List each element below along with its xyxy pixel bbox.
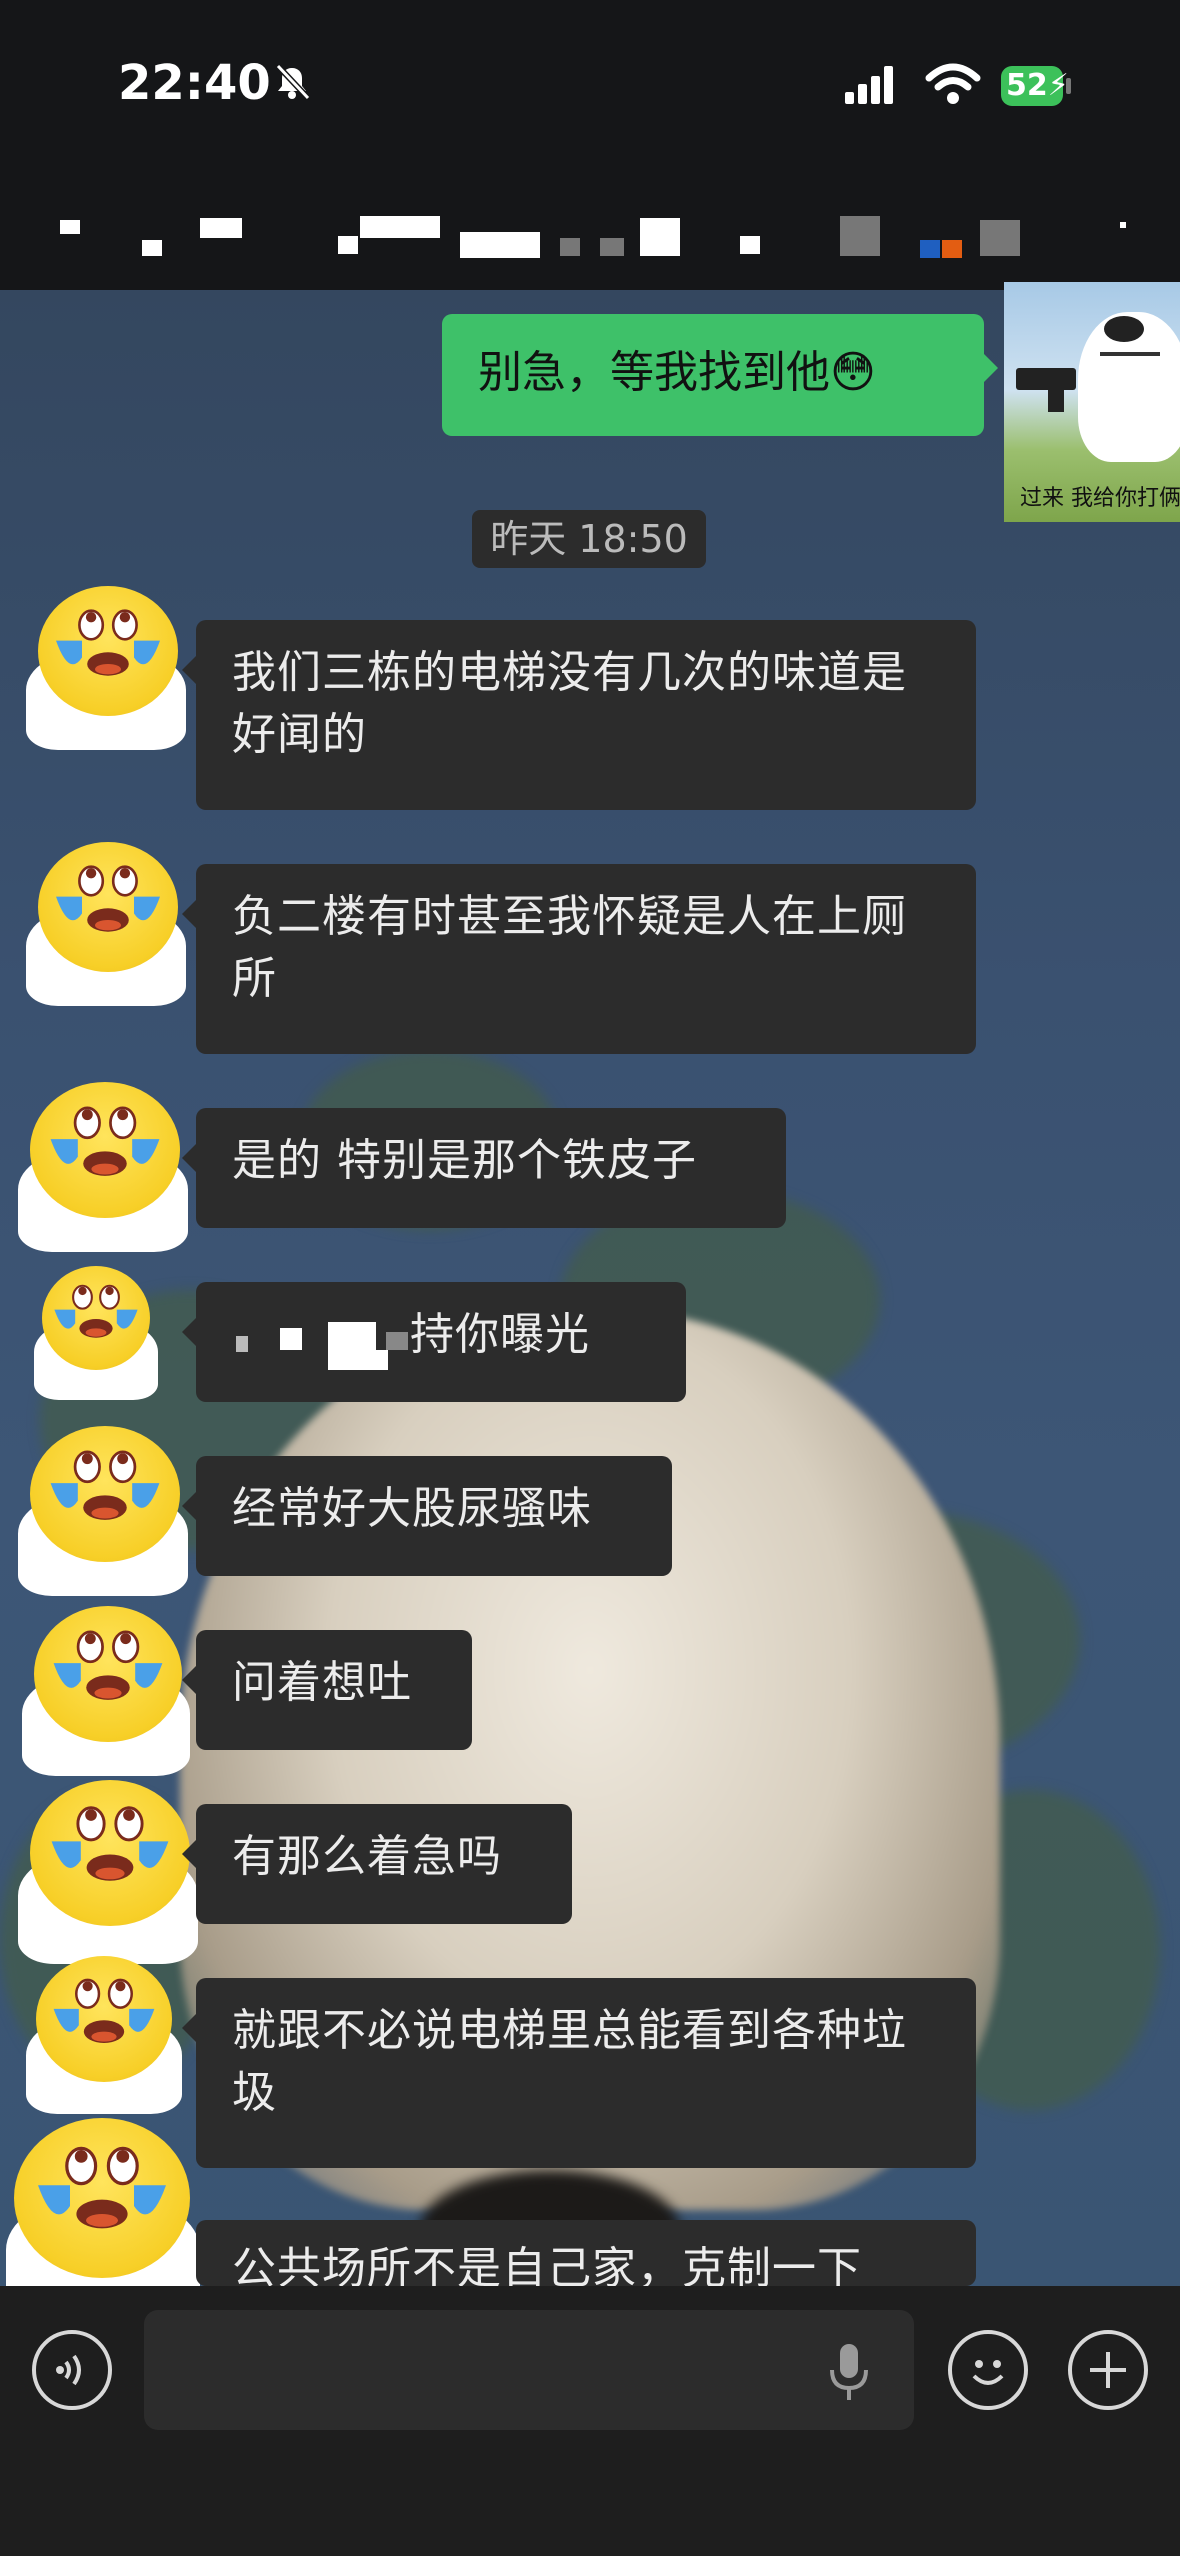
message-bubble[interactable]: 经常好大股尿骚味 [182, 1456, 672, 1576]
gun-handle [1048, 382, 1064, 412]
message-input[interactable] [144, 2310, 914, 2430]
message-text: 就跟不必说电梯里总能看到各种垃圾 [232, 2005, 907, 2118]
message-text: 是的 特别是那个铁皮子 [232, 1135, 697, 1186]
avatar[interactable] [10, 1420, 190, 1596]
message-text: 问着想吐 [232, 1657, 412, 1708]
message-bubble[interactable]: 是的 特别是那个铁皮子 [182, 1108, 786, 1228]
avatar[interactable] [18, 580, 188, 750]
message-bubble[interactable]: 持你曝光 [182, 1282, 686, 1402]
my-message-text: 别急，等我找到他 [478, 347, 830, 398]
flushed-emoji: 😳 [830, 347, 876, 398]
message-bubble[interactable]: 负二楼有时甚至我怀疑是人在上厕所 [182, 864, 976, 1054]
crying-face-icon [53, 1630, 163, 1700]
my-message-bubble[interactable]: 别急，等我找到他😳 [442, 314, 998, 436]
plus-sign [1090, 2352, 1126, 2388]
smile-face [972, 2360, 1004, 2385]
crying-face-icon [38, 2146, 166, 2229]
battery-cap [1066, 78, 1071, 94]
smile-icon[interactable] [948, 2330, 1028, 2410]
message-text: 有那么着急吗 [232, 1831, 502, 1882]
wifi-icon [925, 63, 981, 104]
status-bar: 22:40 52⚡ [0, 0, 1180, 290]
bell-slash-icon [275, 63, 311, 101]
crying-face-icon [53, 1978, 155, 2043]
plus-icon[interactable] [1068, 2330, 1148, 2410]
avatar[interactable] [18, 1950, 184, 2114]
crying-face-icon [50, 1450, 160, 1520]
clock: 22:40 [118, 55, 271, 111]
cow-spot [1104, 316, 1144, 342]
sticker-caption: 过来 我给你打俩 [1020, 486, 1180, 511]
message-bubble[interactable]: 问着想吐 [182, 1630, 472, 1750]
cow-eyes [1100, 352, 1160, 366]
battery-level: 52 [1006, 68, 1048, 103]
voice-waves [56, 2354, 81, 2386]
avatar[interactable] [14, 1600, 192, 1776]
avatar[interactable] [10, 1774, 202, 1964]
message-bubble[interactable]: 就跟不必说电梯里总能看到各种垃圾 [182, 1978, 976, 2168]
message-text: 持你曝光 [410, 1309, 590, 1360]
crying-face-icon [54, 1284, 138, 1338]
cow-sticker[interactable]: 过来 我给你打俩 [1004, 282, 1180, 522]
message-bubble[interactable]: 有那么着急吗 [182, 1804, 572, 1924]
message-text: 公共场所不是自己家，克制一下 [232, 2243, 862, 2286]
battery-indicator: 52⚡ [1001, 66, 1069, 106]
crying-face-icon [51, 1806, 169, 1881]
message-text: 经常好大股尿骚味 [232, 1483, 592, 1534]
message-bubble[interactable]: 公共场所不是自己家，克制一下 [196, 2220, 976, 2286]
message-bubble[interactable]: 我们三栋的电梯没有几次的味道是好闻的 [182, 620, 976, 810]
censored-text [236, 1322, 426, 1374]
voice-icon[interactable] [32, 2330, 112, 2410]
timestamp-pill: 昨天 18:50 [472, 510, 706, 568]
avatar[interactable] [18, 836, 188, 1006]
crying-face-icon [56, 865, 160, 932]
crying-face-icon [56, 609, 160, 676]
crying-face-icon [50, 1106, 160, 1176]
message-text: 我们三栋的电梯没有几次的味道是好闻的 [232, 647, 907, 760]
mic-icon[interactable] [822, 2340, 876, 2404]
gun-icon [1016, 368, 1076, 390]
avatar[interactable] [28, 1262, 162, 1402]
message-text: 负二楼有时甚至我怀疑是人在上厕所 [232, 891, 907, 1004]
avatar[interactable] [10, 1076, 190, 1252]
